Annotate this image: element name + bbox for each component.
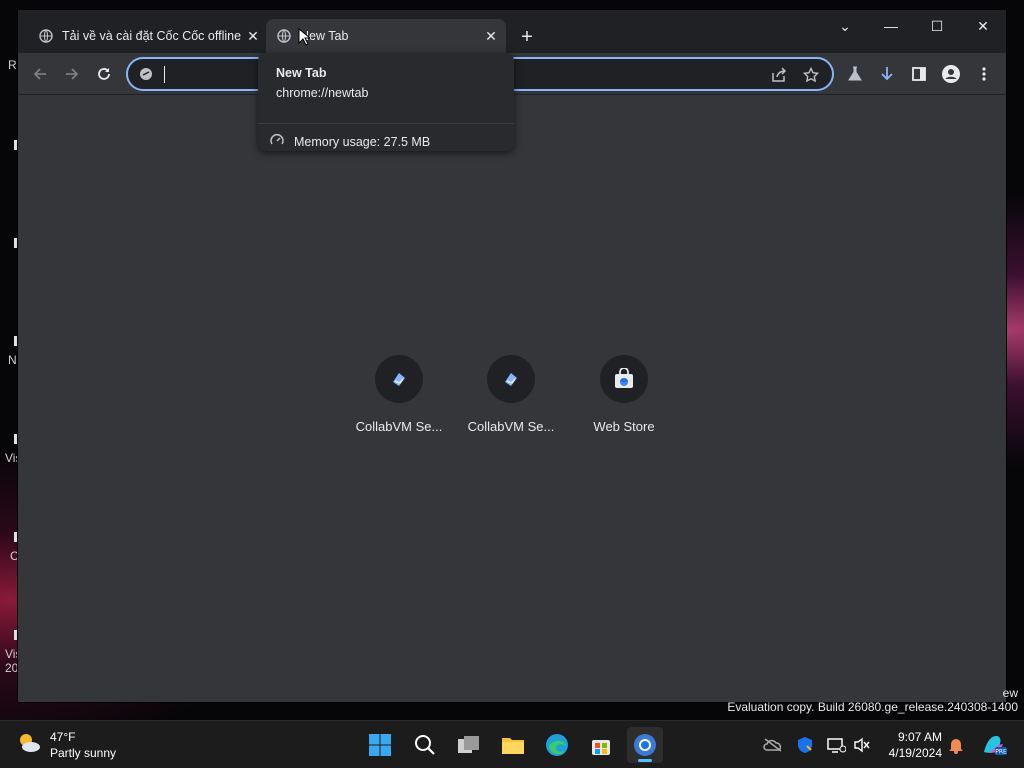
system-clock[interactable]: 9:07 AM 4/19/2024	[880, 729, 942, 761]
labs-flask-icon[interactable]	[844, 63, 866, 85]
shortcut-label: CollabVM Se...	[467, 419, 555, 434]
maximize-button[interactable]: ☐	[914, 10, 960, 42]
share-icon[interactable]	[768, 64, 790, 86]
tab-coccoc[interactable]: Tải về và cài đặt Cốc Cốc offline ✕	[28, 19, 268, 53]
clock-time: 9:07 AM	[897, 730, 942, 744]
reload-icon	[98, 68, 110, 80]
shortcut-label: Web Store	[593, 419, 655, 434]
profile-avatar-icon[interactable]	[940, 63, 962, 85]
partly-sunny-icon	[16, 730, 42, 761]
collabvm-icon	[487, 355, 535, 403]
desktop-fragment: R	[8, 58, 17, 72]
volume-muted-icon[interactable]	[852, 735, 872, 755]
close-tab-icon[interactable]: ✕	[244, 27, 262, 45]
search-icon	[415, 735, 435, 755]
task-view-button[interactable]	[451, 727, 487, 763]
gauge-icon	[270, 133, 284, 150]
folder-icon	[502, 738, 524, 754]
reload-button[interactable]	[89, 59, 119, 89]
edge-button[interactable]	[539, 727, 575, 763]
store-icon	[592, 740, 610, 755]
bookmark-star-icon[interactable]	[800, 64, 822, 86]
security-shield-icon[interactable]	[795, 735, 815, 755]
task-view-icon	[458, 736, 479, 753]
memory-usage: Memory usage: 27.5 MB	[270, 133, 430, 150]
notification-bell-icon[interactable]	[946, 735, 966, 755]
globe-icon	[38, 28, 54, 44]
start-button[interactable]	[362, 727, 398, 763]
store-button[interactable]	[583, 727, 619, 763]
side-panel-icon[interactable]	[908, 63, 930, 85]
weather-condition: Partly sunny	[50, 746, 117, 760]
globe-icon	[276, 28, 292, 44]
memory-usage-label: Memory usage: 27.5 MB	[294, 134, 431, 149]
divider	[258, 123, 514, 124]
tab-strip: Tải về và cài đặt Cốc Cốc offline ✕ New …	[18, 10, 1006, 53]
network-icon[interactable]	[826, 735, 846, 755]
web-store-icon	[600, 355, 648, 403]
close-window-button[interactable]: ✕	[960, 10, 1006, 42]
file-explorer-button[interactable]	[495, 727, 531, 763]
chrome-button[interactable]	[627, 727, 663, 763]
tab-title: Tải về và cài đặt Cốc Cốc offline	[62, 29, 242, 43]
desktop-fragment: N	[8, 353, 17, 367]
clock-date: 4/19/2024	[888, 746, 942, 760]
forward-arrow-icon	[66, 68, 79, 80]
hover-card-url: chrome://newtab	[276, 86, 369, 100]
taskbar: 47°F Partly sunny 9:07 AM 4/19/2024 PRE	[0, 720, 1024, 768]
weather-widget[interactable]: 47°F Partly sunny	[16, 729, 116, 761]
weather-temp: 47°F	[50, 730, 76, 744]
tab-hover-card: New Tab chrome://newtab Memory usage: 27…	[258, 53, 514, 151]
text-caret	[164, 66, 165, 83]
watermark-fragment: ew	[1002, 686, 1018, 700]
download-icon[interactable]	[876, 63, 898, 85]
close-tab-icon[interactable]: ✕	[482, 27, 500, 45]
chrome-icon	[634, 734, 656, 756]
search-button[interactable]	[407, 727, 443, 763]
evaluation-watermark: Evaluation copy. Build 26080.ge_release.…	[727, 700, 1018, 714]
tab-title: New Tab	[300, 29, 349, 43]
shortcut-tile[interactable]: CollabVM Se...	[455, 355, 567, 434]
shortcut-tile[interactable]: CollabVM Se...	[343, 355, 455, 434]
back-arrow-icon	[33, 68, 46, 80]
mouse-cursor-icon	[298, 28, 310, 46]
back-button[interactable]	[25, 59, 55, 89]
copilot-icon[interactable]: PRE	[980, 735, 1008, 756]
new-tab-button[interactable]: +	[514, 24, 540, 50]
minimize-button[interactable]: —	[868, 10, 914, 42]
svg-text:PRE: PRE	[995, 749, 1007, 756]
forward-button[interactable]	[57, 59, 87, 89]
menu-kebab-icon[interactable]	[973, 63, 995, 85]
desktop-fragment: 20	[5, 661, 19, 675]
shortcut-label: CollabVM Se...	[355, 419, 443, 434]
collabvm-icon	[375, 355, 423, 403]
search-engine-icon	[138, 66, 154, 82]
hover-card-title: New Tab	[276, 66, 327, 80]
onedrive-offline-icon[interactable]	[763, 735, 783, 755]
windows-logo-icon	[369, 734, 391, 756]
edge-icon	[546, 734, 568, 756]
tab-search-button[interactable]: ⌄	[822, 10, 868, 42]
shortcut-tile[interactable]: Web Store	[568, 355, 680, 434]
